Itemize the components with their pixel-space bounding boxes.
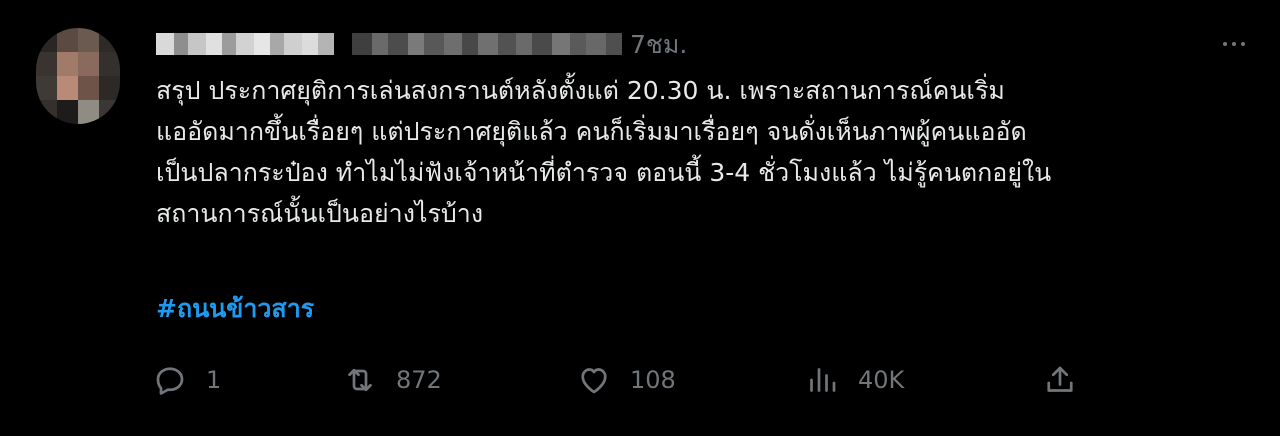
reply-count: 1 [206, 366, 222, 394]
tweet-text-line: สถานการณ์นั้นเป็นอย่างไรบ้าง [156, 199, 484, 228]
more-options-button[interactable] [1214, 32, 1254, 56]
more-icon [1223, 42, 1227, 46]
hashtag-link[interactable]: #ถนนข้าวสาร [156, 290, 314, 328]
tweet-text-line: เป็นปลากระป๋อง ทำไมไม่ฟังเจ้าหน้าที่ตำรว… [156, 158, 1052, 187]
action-bar: 1 872 108 40K [152, 358, 1152, 402]
timestamp[interactable]: 7ชม. [630, 32, 687, 57]
avatar[interactable] [36, 28, 120, 124]
retweet-icon [348, 368, 372, 392]
like-count: 108 [630, 366, 676, 394]
tweet-header: 7ชม. [156, 26, 1266, 62]
view-count: 40K [858, 366, 905, 394]
tweet-text-line: แออัดมากขึ้นเรื่อยๆ แต่ประกาศยุติแล้ว คน… [156, 117, 1027, 146]
share-icon [1047, 366, 1073, 392]
tweet-text-line: สรุป ประกาศยุติการเล่นสงกรานต์หลังตั้งแต… [156, 76, 1005, 105]
like-button[interactable]: 108 [576, 358, 676, 402]
display-name-redacted[interactable] [156, 33, 334, 55]
handle-redacted[interactable] [352, 33, 622, 55]
views-button[interactable]: 40K [804, 358, 904, 402]
share-button[interactable] [1042, 358, 1078, 402]
tweet-text: สรุป ประกาศยุติการเล่นสงกรานต์หลังตั้งแต… [156, 70, 1256, 234]
like-icon [581, 368, 607, 394]
reply-button[interactable]: 1 [152, 358, 221, 402]
reply-icon [156, 367, 184, 395]
retweet-count: 872 [396, 366, 442, 394]
views-icon [810, 368, 836, 392]
retweet-button[interactable]: 872 [342, 358, 442, 402]
